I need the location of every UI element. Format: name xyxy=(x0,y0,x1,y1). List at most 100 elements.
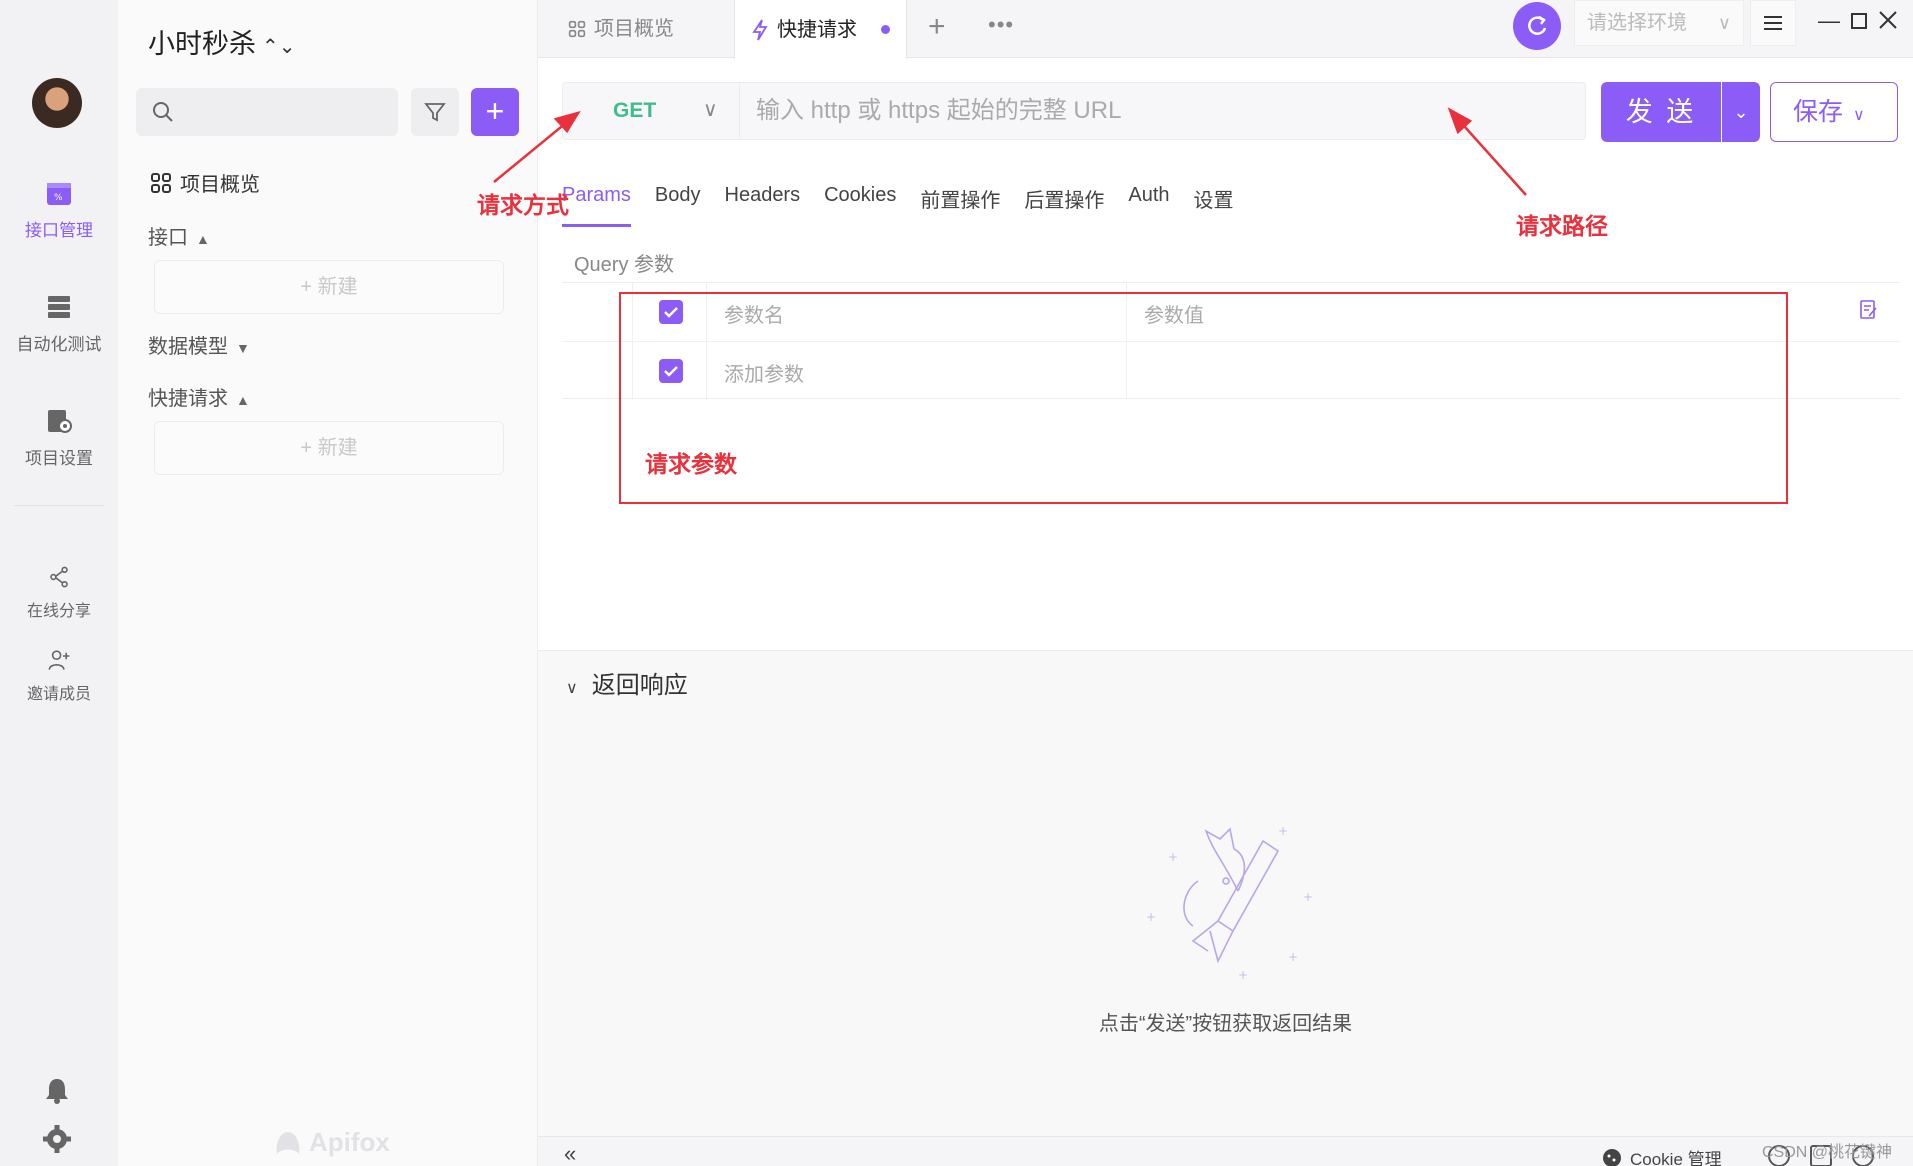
svg-text:+: + xyxy=(1303,890,1313,904)
tree-search-input[interactable] xyxy=(136,88,398,136)
new-api-button[interactable]: + 新建 xyxy=(154,260,504,314)
hamburger-icon xyxy=(1764,16,1782,30)
rail-item-api-management[interactable]: % 接口管理 xyxy=(0,178,118,241)
sync-button[interactable] xyxy=(1513,2,1561,50)
filter-icon xyxy=(424,103,446,122)
rail-item-project-settings[interactable]: 项目设置 xyxy=(0,406,118,469)
brand-name: Apifox xyxy=(309,1127,390,1157)
sync-icon xyxy=(1528,15,1547,35)
tree-sidebar: 小时秒杀 ⌃⌄ + 项目概览 接口 ▲ + 新建 数据模型 ▼ 快捷请求 ▲ + 新建 … xyxy=(118,0,538,1166)
grid-icon xyxy=(568,20,586,38)
sort-updown-icon: ⌃⌄ xyxy=(262,36,296,58)
rail-item-label: 邀请成员 xyxy=(26,686,91,703)
maximize-icon[interactable] xyxy=(1850,10,1868,36)
send-button[interactable]: 发 送 xyxy=(1601,82,1721,142)
tab-project-overview[interactable]: 项目概览 xyxy=(568,0,674,58)
subtab-headers[interactable]: Headers xyxy=(725,184,801,213)
icon-rail: % 接口管理 自动化测试 项目设置 在线分享 邀请成员 xyxy=(0,0,118,1166)
filter-button[interactable] xyxy=(411,88,459,136)
unsaved-dot-icon xyxy=(881,25,890,34)
subtab-body[interactable]: Body xyxy=(655,184,701,213)
bulk-edit-icon[interactable] xyxy=(1859,299,1879,321)
response-header[interactable]: ∨ 返回响应 xyxy=(566,665,688,700)
url-placeholder: 输入 http 或 https 起始的完整 URL xyxy=(756,97,1122,124)
collapse-sidebar-icon[interactable]: « xyxy=(564,1141,576,1166)
annotation-params-label: 请求参数 xyxy=(645,451,737,477)
query-params-label: Query 参数 xyxy=(574,254,675,276)
chevron-down-icon: ⌄ xyxy=(1733,102,1749,122)
sidebar-item-overview[interactable]: 项目概览 xyxy=(150,168,260,197)
annotation-params-box xyxy=(619,292,1788,504)
tree-group-api[interactable]: 接口 ▲ xyxy=(148,221,210,250)
project-settings-icon xyxy=(48,410,72,433)
tab-label: 快捷请求 xyxy=(777,18,857,41)
send-options-button[interactable]: ⌄ xyxy=(1722,82,1760,142)
annotation-method-label: 请求方式 xyxy=(477,192,569,218)
status-bar: « Cookie 管理 xyxy=(538,1136,1913,1166)
subtab-pre-processors[interactable]: 前置操作 xyxy=(920,184,1000,213)
cookie-manager-button[interactable]: Cookie 管理 xyxy=(1602,1145,1722,1166)
rail-item-invite-members[interactable]: 邀请成员 xyxy=(0,648,118,704)
bell-icon[interactable] xyxy=(42,1075,72,1105)
gear-icon[interactable] xyxy=(42,1124,72,1154)
new-tab-button[interactable]: + xyxy=(928,10,946,44)
minimize-icon[interactable]: — xyxy=(1818,8,1840,34)
tab-bar: 项目概览 快捷请求 + ••• 请选择环境 ∨ — xyxy=(538,0,1913,59)
new-quick-request-button[interactable]: + 新建 xyxy=(154,421,504,475)
response-title: 返回响应 xyxy=(591,672,688,699)
method-select[interactable]: GET ∨ xyxy=(562,82,740,140)
rail-item-online-share[interactable]: 在线分享 xyxy=(0,565,118,621)
avatar[interactable] xyxy=(32,78,82,128)
chevron-down-icon: ▼ xyxy=(236,340,250,356)
chevron-down-icon: ∨ xyxy=(703,99,718,121)
tab-quick-request[interactable]: 快捷请求 xyxy=(734,0,907,59)
lightning-icon xyxy=(752,19,768,40)
project-switcher[interactable]: 小时秒杀 ⌃⌄ xyxy=(148,22,296,61)
url-input[interactable]: 输入 http 或 https 起始的完整 URL xyxy=(740,82,1586,140)
add-button[interactable]: + xyxy=(471,88,519,136)
chevron-up-icon: ▲ xyxy=(236,392,250,408)
subtab-params[interactable]: Params xyxy=(562,184,631,227)
share-icon xyxy=(50,566,68,588)
chevron-down-icon: ∨ xyxy=(1853,107,1865,124)
automation-test-icon xyxy=(48,296,70,318)
menu-button[interactable] xyxy=(1750,0,1796,46)
rail-item-automation-testing[interactable]: 自动化测试 xyxy=(0,292,118,355)
subtab-auth[interactable]: Auth xyxy=(1128,184,1169,213)
apifox-logo-icon xyxy=(276,1131,300,1154)
main-panel: 项目概览 快捷请求 + ••• 请选择环境 ∨ — GET ∨ 输入 http … xyxy=(538,0,1913,1166)
method-value: GET xyxy=(613,99,657,122)
brand-logo: Apifox xyxy=(273,1127,390,1158)
rail-divider xyxy=(14,505,104,506)
search-icon xyxy=(153,102,173,122)
svg-text:%: % xyxy=(54,193,63,203)
close-icon[interactable] xyxy=(1878,10,1898,36)
rail-item-label: 接口管理 xyxy=(25,221,93,240)
response-panel: ∨ 返回响应 + + + + + + 点击“发送”按钮获取返回结果 xyxy=(538,650,1913,1136)
svg-text:+: + xyxy=(1288,950,1298,964)
grid-icon xyxy=(151,172,171,193)
cookie-label: Cookie 管理 xyxy=(1630,1150,1722,1166)
subtab-settings[interactable]: 设置 xyxy=(1194,184,1234,213)
save-button[interactable]: 保存 ∨ xyxy=(1770,82,1898,142)
tree-group-label: 快捷请求 xyxy=(148,388,228,410)
tree-group-data-model[interactable]: 数据模型 ▼ xyxy=(148,330,250,359)
chevron-down-icon: ∨ xyxy=(566,680,578,697)
add-user-icon xyxy=(48,650,70,670)
tab-label: 项目概览 xyxy=(594,18,674,40)
chevron-up-icon: ▲ xyxy=(196,231,210,247)
annotation-path-label: 请求路径 xyxy=(1516,213,1608,239)
subtab-post-processors[interactable]: 后置操作 xyxy=(1024,184,1104,213)
chevron-down-icon: ∨ xyxy=(1717,13,1731,33)
svg-text:+: + xyxy=(1146,910,1156,924)
request-subtabs: Params Body Headers Cookies 前置操作 后置操作 Au… xyxy=(562,184,1234,227)
environment-select[interactable]: 请选择环境 ∨ xyxy=(1574,0,1744,46)
subtab-cookies[interactable]: Cookies xyxy=(824,184,896,213)
more-icon[interactable]: ••• xyxy=(988,12,1014,38)
tree-group-quick-request[interactable]: 快捷请求 ▲ xyxy=(148,382,250,411)
plus-icon: + xyxy=(300,437,318,459)
rocket-illustration-icon: + + + + + + xyxy=(1146,824,1313,981)
plus-icon: + xyxy=(300,276,318,298)
watermark: CSDN @桃花键神 xyxy=(1762,1144,1893,1161)
new-label: 新建 xyxy=(317,437,358,459)
